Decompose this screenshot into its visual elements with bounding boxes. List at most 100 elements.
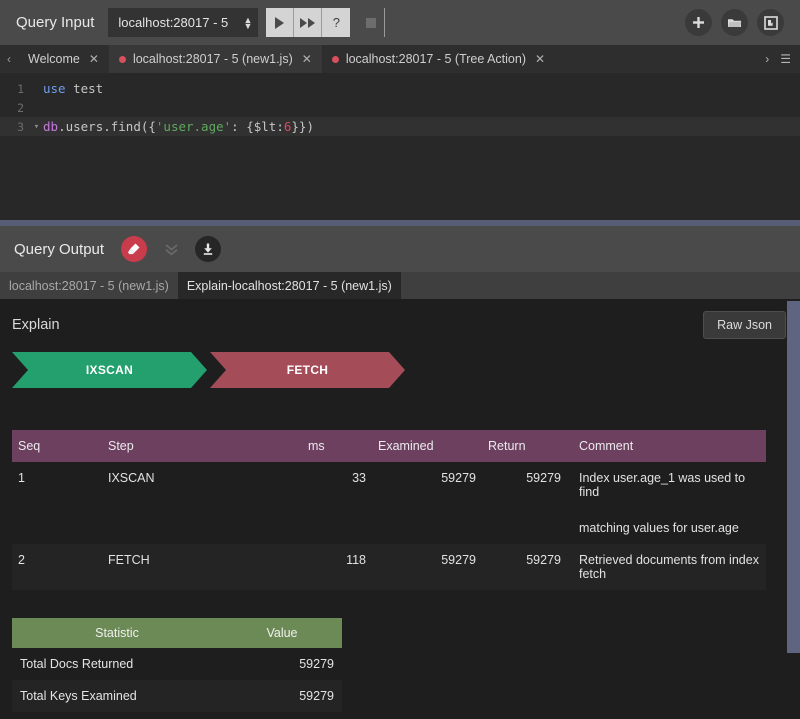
fold-toggle-icon[interactable]: ▾ (30, 122, 43, 132)
code-line[interactable]: 3 ▾ db.users.find({'user.age': {$lt:6}}) (0, 117, 800, 136)
column-header: Examined (372, 430, 482, 462)
stage-fetch[interactable]: FETCH (210, 352, 405, 388)
tab-scroll-right-button[interactable]: › (765, 52, 769, 66)
output-tab-result[interactable]: localhost:28017 - 5 (new1.js) (0, 272, 178, 299)
column-header: ms (302, 430, 372, 462)
eraser-icon (128, 243, 140, 255)
table-row[interactable]: Total Docs Examined59279 (12, 712, 342, 719)
tab-list-menu-icon[interactable]: ☰ (780, 52, 791, 66)
connection-select-value: localhost:28017 - 5 (118, 15, 229, 30)
execute-button[interactable] (266, 8, 295, 37)
column-header: Seq (12, 430, 102, 462)
column-header: Return (482, 430, 567, 462)
fast-forward-icon (300, 17, 316, 28)
chevron-updown-icon: ▲ ▼ (243, 14, 253, 31)
table-cell: 2 (12, 544, 102, 590)
help-button[interactable]: ? (322, 8, 351, 37)
query-output-tab-bar: localhost:28017 - 5 (new1.js) Explain-lo… (0, 272, 800, 299)
execute-button-group: ? (266, 8, 351, 37)
code-line[interactable]: 1 use test (0, 79, 800, 98)
table-cell: 33 (352, 471, 366, 485)
table-header-row: Statistic Value (12, 618, 342, 648)
stop-button (357, 8, 386, 37)
tab-scroll-left-button[interactable]: ‹ (0, 45, 18, 73)
plus-icon (693, 17, 704, 28)
table-row[interactable]: 1 IXSCAN 33 59279 59279 Index user.age_1 was … (12, 462, 766, 544)
explain-header: Explain Raw Json (0, 299, 800, 339)
output-tab-explain[interactable]: Explain-localhost:28017 - 5 (new1.js) (177, 272, 401, 299)
download-icon (203, 243, 213, 255)
code-token: use (43, 81, 66, 96)
code-token: 'user.age' (155, 119, 232, 134)
code-editor[interactable]: 1 use test 2 3 ▾ db.users.find({'user.age': {… (0, 73, 800, 220)
column-header: Comment (567, 430, 766, 462)
table-row[interactable]: 2 FETCH 118 59279 59279 Retrieved documents f… (12, 544, 766, 590)
statistic-value: 59279 (222, 712, 342, 719)
folder-icon (728, 19, 742, 27)
code-text: db.users.find({'user.age': {$lt:6}}) (43, 119, 314, 134)
export-output-button[interactable] (195, 236, 222, 262)
raw-json-button[interactable]: Raw Json (703, 311, 786, 339)
editor-tab-label: localhost:28017 - 5 (new1.js) (132, 52, 293, 66)
line-number: 1 (17, 81, 24, 96)
table-cell: FETCH (102, 544, 302, 590)
table-cell-comment: Index user.age_1 was used to find matchin… (567, 462, 766, 544)
output-tab-label: Explain-localhost:28017 - 5 (new1.js) (186, 278, 392, 293)
tab-bar-controls: › ☰ (756, 45, 800, 73)
table-cell-comment: Retrieved documents from index fetch (567, 544, 766, 590)
new-file-button[interactable] (685, 9, 712, 36)
code-text: use test (43, 81, 103, 96)
table-cell: IXSCAN (108, 471, 155, 485)
open-file-button[interactable] (721, 9, 748, 36)
statistic-value: 59279 (299, 657, 334, 671)
explain-stats-table: Statistic Value Total Docs Returned 59279 T… (12, 618, 342, 719)
line-number: 2 (17, 100, 24, 115)
statistic-name: Total Docs Returned (20, 657, 134, 671)
unsaved-dot-icon (118, 55, 126, 63)
clear-output-button[interactable] (121, 236, 148, 262)
editor-tab-bar: ‹ Welcome ✕ localhost:28017 - 5 (new1.js… (0, 45, 800, 73)
statistic-name: Total Keys Examined (12, 680, 222, 712)
stage-ixscan[interactable]: IXSCAN (12, 352, 207, 388)
toolbar-right-icons (685, 9, 790, 36)
table-row[interactable]: Total Docs Returned 59279 (12, 648, 342, 680)
close-icon[interactable]: ✕ (302, 52, 312, 66)
save-file-button[interactable] (757, 9, 784, 36)
table-cell: 118 (302, 544, 372, 590)
code-token: test (65, 81, 104, 96)
code-lines: 1 use test 2 3 ▾ db.users.find({'user.age': {… (0, 79, 800, 136)
line-number: 3 (17, 119, 24, 134)
explain-stage-flow: IXSCAN FETCH (12, 352, 800, 388)
editor-tab-tree-action[interactable]: localhost:28017 - 5 (Tree Action) ✕ (321, 45, 556, 73)
unsaved-dot-icon (331, 55, 339, 63)
save-icon (763, 15, 778, 30)
query-output-header: Query Output (0, 226, 800, 272)
comment-line: matching values for user.age (579, 521, 739, 535)
query-input-label: Query Input (16, 14, 95, 31)
close-icon[interactable]: ✕ (535, 52, 545, 66)
table-header-row: Seq Step ms Examined Return Comment (12, 430, 766, 462)
explain-panel: Explain Raw Json IXSCAN FETCH Seq Step ms E… (0, 299, 800, 719)
editor-tab-welcome[interactable]: Welcome ✕ (18, 45, 109, 73)
table-row[interactable]: Total Keys Examined 59279 (12, 680, 342, 712)
output-tab-label: localhost:28017 - 5 (new1.js) (9, 278, 169, 293)
code-line[interactable]: 2 (0, 98, 800, 117)
close-icon[interactable]: ✕ (89, 52, 99, 66)
top-toolbar: Query Input localhost:28017 - 5 ▲ ▼ ? (0, 0, 800, 45)
editor-tab-new1js[interactable]: localhost:28017 - 5 (new1.js) ✕ (108, 45, 322, 73)
editor-tab-label: localhost:28017 - 5 (Tree Action) (345, 52, 527, 66)
statistic-name: Total Docs Examined (12, 712, 222, 719)
connection-select[interactable]: localhost:28017 - 5 ▲ ▼ (108, 8, 259, 37)
query-output-title: Query Output (14, 240, 105, 258)
code-token: }}) (291, 119, 314, 134)
execute-all-button[interactable] (294, 8, 323, 37)
table-cell: 1 (18, 471, 25, 485)
statistic-value: 59279 (222, 680, 342, 712)
vertical-scrollbar[interactable] (787, 301, 800, 653)
column-header: Statistic (12, 618, 222, 648)
explain-steps-table: Seq Step ms Examined Return Comment 1 IXSCAN 33… (12, 430, 766, 590)
code-token: : {$lt: (231, 119, 284, 134)
comment-line: Index user.age_1 was used to find (579, 471, 746, 499)
collapse-output-button[interactable] (158, 236, 184, 262)
column-header: Step (102, 430, 302, 462)
